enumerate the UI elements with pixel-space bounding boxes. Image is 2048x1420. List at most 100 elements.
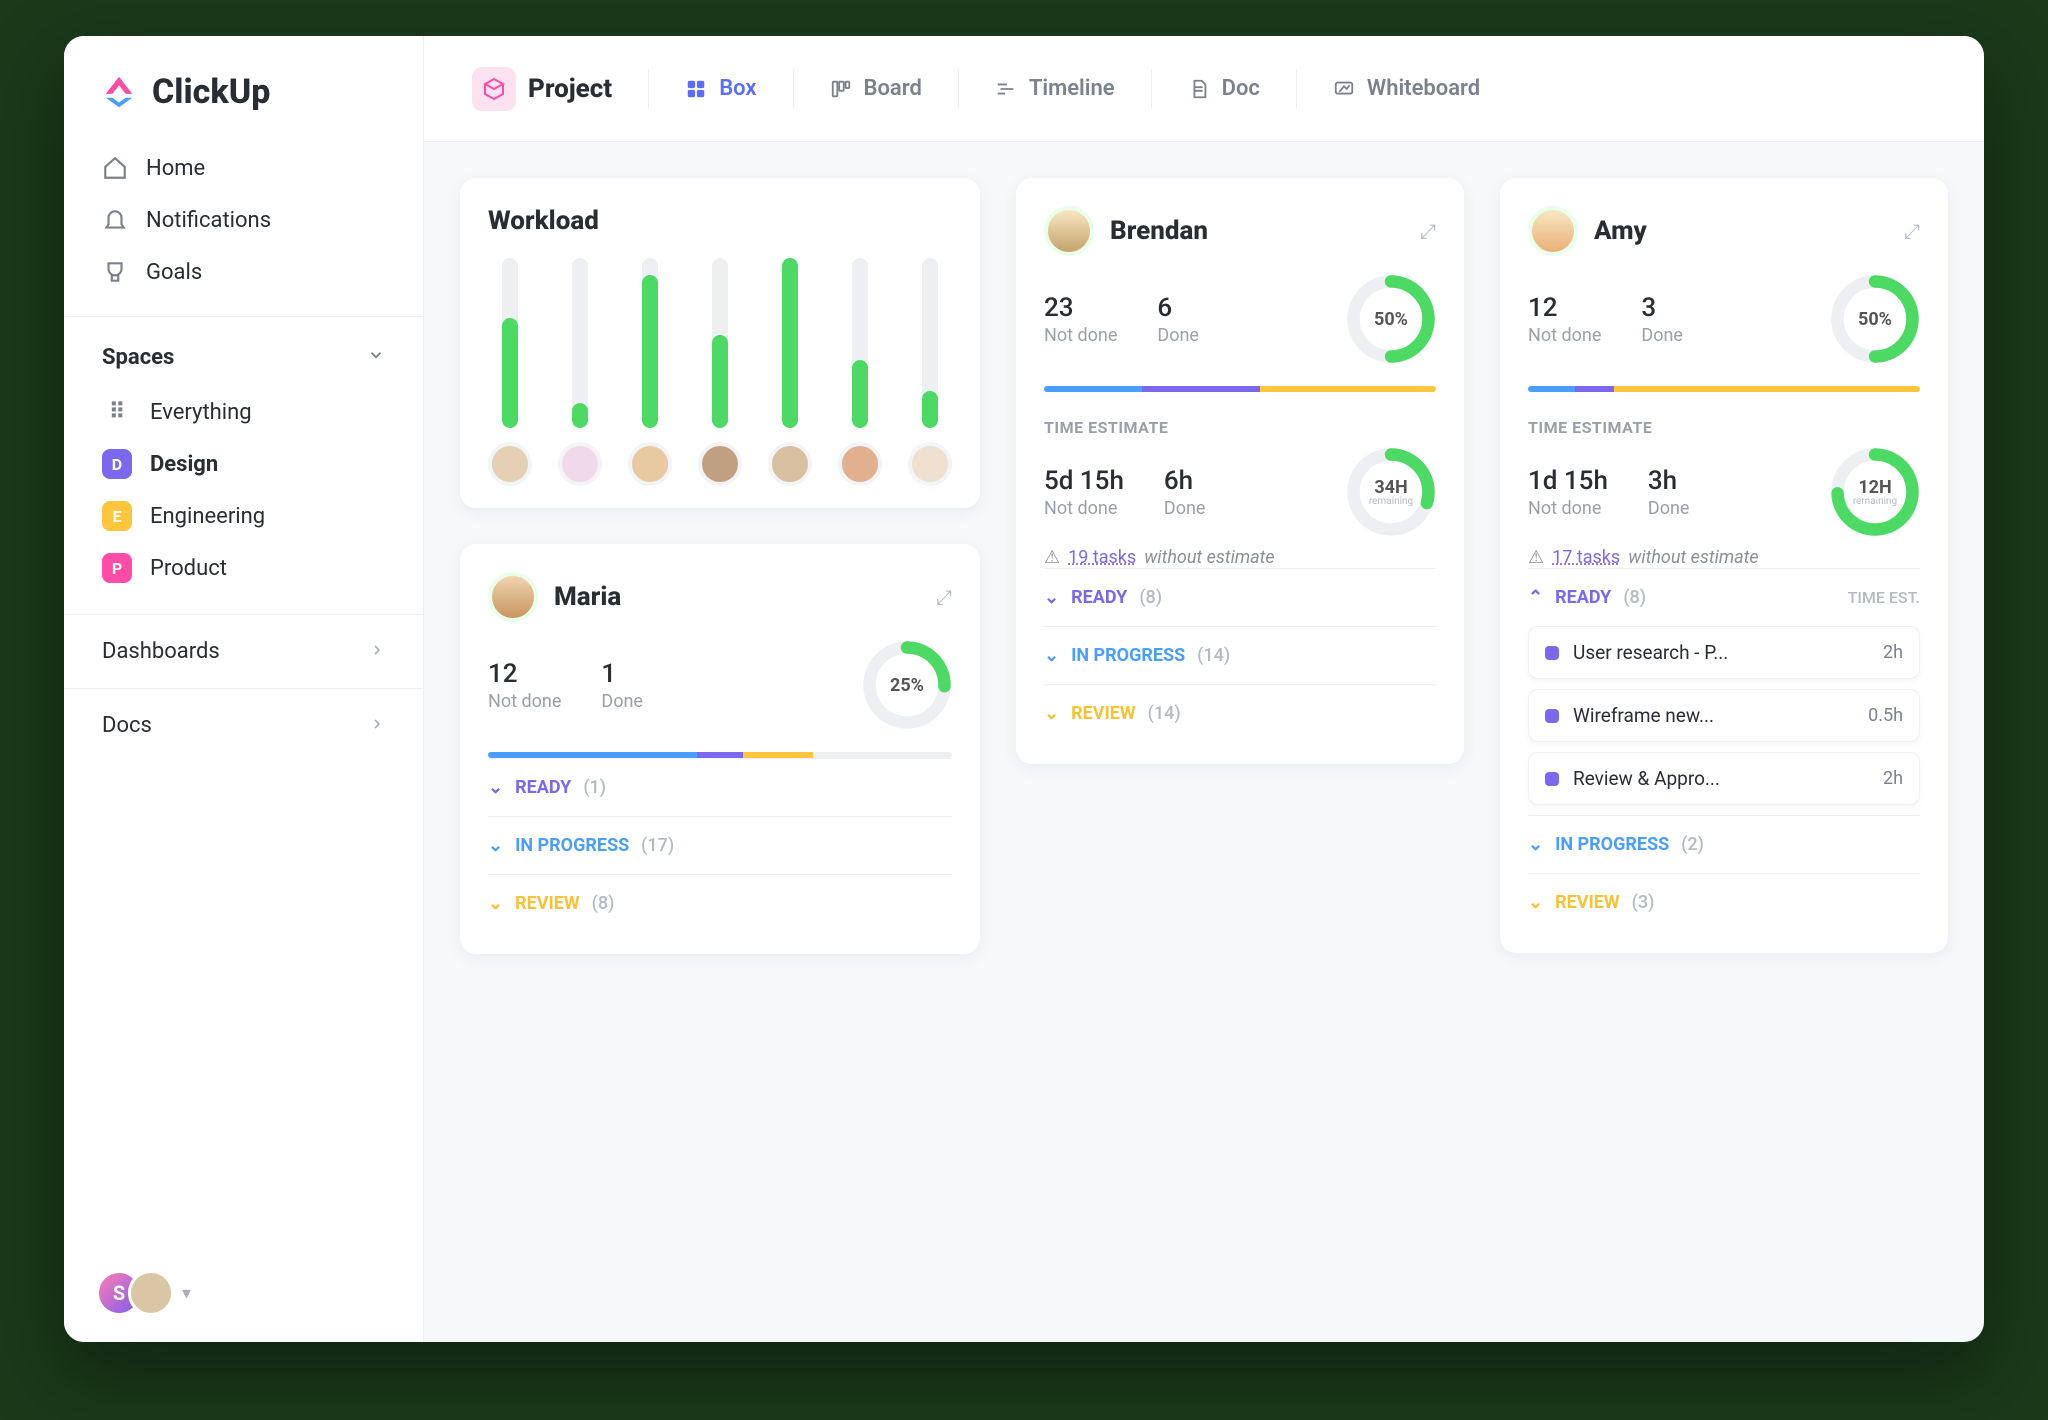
avatar-icon xyxy=(838,442,882,486)
space-product-badge: P xyxy=(102,553,132,583)
view-doc[interactable]: Doc xyxy=(1170,66,1278,111)
warning-icon: ⚠ xyxy=(1044,547,1060,568)
group-count: (3) xyxy=(1632,892,1655,913)
sidebar-dashboards-label: Dashboards xyxy=(102,639,220,664)
brendan-group-inprogress[interactable]: ⌄ IN PROGRESS (14) xyxy=(1044,626,1436,684)
divider xyxy=(648,69,649,109)
nav-notifications[interactable]: Notifications xyxy=(84,194,403,246)
space-engineering[interactable]: E Engineering xyxy=(84,490,403,542)
divider xyxy=(1296,69,1297,109)
view-box[interactable]: Box xyxy=(667,66,774,111)
done-label: Done xyxy=(1157,325,1199,346)
project-title[interactable]: Project xyxy=(454,57,630,121)
percent-label: 50% xyxy=(1374,309,1408,330)
space-design[interactable]: D Design xyxy=(84,438,403,490)
maria-avatar[interactable] xyxy=(488,572,538,622)
user-menu-caret-icon[interactable]: ▾ xyxy=(182,1283,191,1304)
amy-task-3[interactable]: Review & Appro... 2h xyxy=(1528,752,1920,805)
whiteboard-icon xyxy=(1333,78,1355,100)
board-icon xyxy=(830,78,852,100)
maria-group-inprogress[interactable]: ⌄ IN PROGRESS (17) xyxy=(488,816,952,874)
maria-group-review[interactable]: ⌄ REVIEW (8) xyxy=(488,874,952,932)
home-icon xyxy=(102,155,128,181)
amy-group-review[interactable]: ⌄ REVIEW (3) xyxy=(1528,873,1920,931)
timeline-icon xyxy=(995,78,1017,100)
amy-group-ready[interactable]: ⌃ READY (8) TIME EST. xyxy=(1528,568,1920,626)
topbar: Project Box Board Timeline xyxy=(424,36,1984,142)
workload-bar-3[interactable] xyxy=(628,258,672,486)
user-avatar-letter: S xyxy=(113,1281,125,1305)
amy-avatar[interactable] xyxy=(1528,206,1578,256)
amy-task-1[interactable]: User research - P... 2h xyxy=(1528,626,1920,679)
brand-logo[interactable]: ClickUp xyxy=(64,36,423,142)
amy-time-donut: 12Hremaining xyxy=(1830,447,1920,537)
nav-home[interactable]: Home xyxy=(84,142,403,194)
maria-group-ready[interactable]: ⌄ READY (1) xyxy=(488,758,952,816)
workload-bar-4[interactable] xyxy=(698,258,742,486)
workload-bar-7[interactable] xyxy=(908,258,952,486)
group-count: (14) xyxy=(1148,703,1181,724)
not-done-label: Not done xyxy=(1044,325,1117,346)
brendan-avatar[interactable] xyxy=(1044,206,1094,256)
percent-label: 50% xyxy=(1858,309,1892,330)
view-timeline[interactable]: Timeline xyxy=(977,66,1133,111)
nav-goals[interactable]: Goals xyxy=(84,246,403,298)
chevron-down-icon xyxy=(367,345,385,370)
space-product[interactable]: P Product xyxy=(84,542,403,594)
avatar-icon xyxy=(698,442,742,486)
group-label: READY xyxy=(1071,587,1127,608)
view-whiteboard[interactable]: Whiteboard xyxy=(1315,66,1498,111)
user-avatar-photo[interactable] xyxy=(128,1270,174,1316)
sidebar: ClickUp Home Notifications Goals xyxy=(64,36,424,1342)
spaces-section-header[interactable]: Spaces xyxy=(64,316,423,380)
brendan-group-ready[interactable]: ⌄ READY (8) xyxy=(1044,568,1436,626)
box-grid-icon xyxy=(685,78,707,100)
brendan-estimate-alert: ⚠ 19 tasks without estimate xyxy=(1044,547,1436,568)
workload-bar-1[interactable] xyxy=(488,258,532,486)
sidebar-dashboards[interactable]: Dashboards xyxy=(64,614,423,688)
workload-card: Workload xyxy=(460,178,980,508)
done-count: 6 xyxy=(1157,293,1199,323)
group-label: READY xyxy=(515,777,571,798)
brendan-group-review[interactable]: ⌄ REVIEW (14) xyxy=(1044,684,1436,742)
expand-icon[interactable]: ⤢ xyxy=(936,585,952,609)
space-everything[interactable]: ⠿ Everything xyxy=(84,386,403,438)
not-done-time: 5d 15h xyxy=(1044,466,1124,496)
group-count: (14) xyxy=(1197,645,1230,666)
view-timeline-label: Timeline xyxy=(1029,76,1115,101)
workload-bar-6[interactable] xyxy=(838,258,882,486)
space-product-label: Product xyxy=(150,556,227,581)
view-doc-label: Doc xyxy=(1222,76,1260,101)
maria-name: Maria xyxy=(554,582,621,612)
maria-status-bar xyxy=(488,752,952,758)
brand-name: ClickUp xyxy=(152,72,270,112)
percent-label: 25% xyxy=(890,675,924,696)
project-title-label: Project xyxy=(528,74,612,104)
workload-bar-2[interactable] xyxy=(558,258,602,486)
group-count: (17) xyxy=(641,835,674,856)
brendan-status-bar xyxy=(1044,386,1436,392)
view-box-label: Box xyxy=(719,76,756,101)
status-square-icon xyxy=(1545,646,1559,660)
group-count: (8) xyxy=(592,893,615,914)
tasks-without-estimate-link[interactable]: 17 tasks xyxy=(1552,547,1620,568)
expand-icon[interactable]: ⤢ xyxy=(1420,219,1436,243)
amy-group-inprogress[interactable]: ⌄ IN PROGRESS (2) xyxy=(1528,815,1920,873)
done-label: Done xyxy=(1641,325,1683,346)
group-count: (2) xyxy=(1681,834,1704,855)
group-label: REVIEW xyxy=(1071,703,1136,724)
not-done-label: Not done xyxy=(488,691,561,712)
sidebar-docs[interactable]: Docs xyxy=(64,688,423,762)
amy-task-2[interactable]: Wireframe new... 0.5h xyxy=(1528,689,1920,742)
view-board[interactable]: Board xyxy=(812,66,940,111)
workload-bar-5[interactable] xyxy=(768,258,812,486)
status-square-icon xyxy=(1545,772,1559,786)
nav-list: Home Notifications Goals xyxy=(64,142,423,316)
group-label: IN PROGRESS xyxy=(1555,834,1669,855)
without-estimate-text: without estimate xyxy=(1144,547,1274,568)
expand-icon[interactable]: ⤢ xyxy=(1904,219,1920,243)
tasks-without-estimate-link[interactable]: 19 tasks xyxy=(1068,547,1136,568)
user-card-maria: Maria ⤢ 12 Not done 1 Done 25% xyxy=(460,544,980,954)
chevron-down-icon: ⌄ xyxy=(1528,834,1543,855)
total-time: 12H xyxy=(1858,477,1891,498)
